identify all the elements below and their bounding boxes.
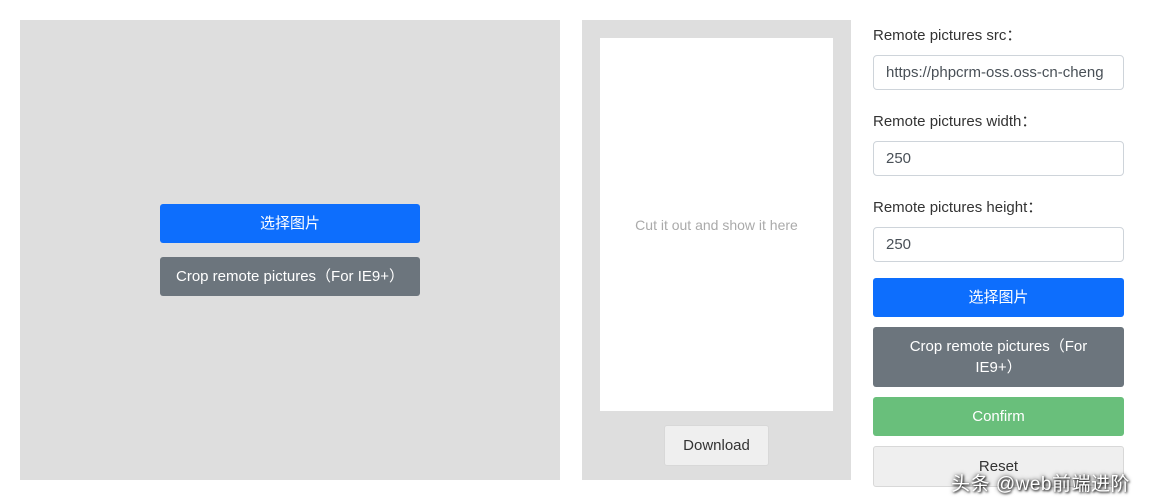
src-input[interactable]: [873, 55, 1124, 90]
crop-remote-button-right[interactable]: Crop remote pictures（For IE9+）: [873, 327, 1124, 387]
choose-image-button[interactable]: 选择图片: [160, 204, 420, 243]
left-panel: 选择图片 Crop remote pictures（For IE9+）: [20, 20, 560, 480]
crop-remote-button[interactable]: Crop remote pictures（For IE9+）: [160, 257, 420, 296]
width-input[interactable]: [873, 141, 1124, 176]
download-button[interactable]: Download: [664, 425, 769, 466]
height-label: Remote pictures height：: [873, 196, 1124, 217]
form-panel: Remote pictures src： Remote pictures wid…: [873, 20, 1130, 480]
width-label: Remote pictures width：: [873, 110, 1124, 131]
confirm-button[interactable]: Confirm: [873, 397, 1124, 436]
preview-placeholder-text: Cut it out and show it here: [635, 217, 798, 233]
height-input[interactable]: [873, 227, 1124, 262]
choose-image-button-right[interactable]: 选择图片: [873, 278, 1124, 317]
preview-panel: Cut it out and show it here Download: [582, 20, 851, 480]
reset-button[interactable]: Reset: [873, 446, 1124, 487]
src-label: Remote pictures src：: [873, 24, 1124, 45]
preview-box: Cut it out and show it here: [600, 38, 833, 411]
